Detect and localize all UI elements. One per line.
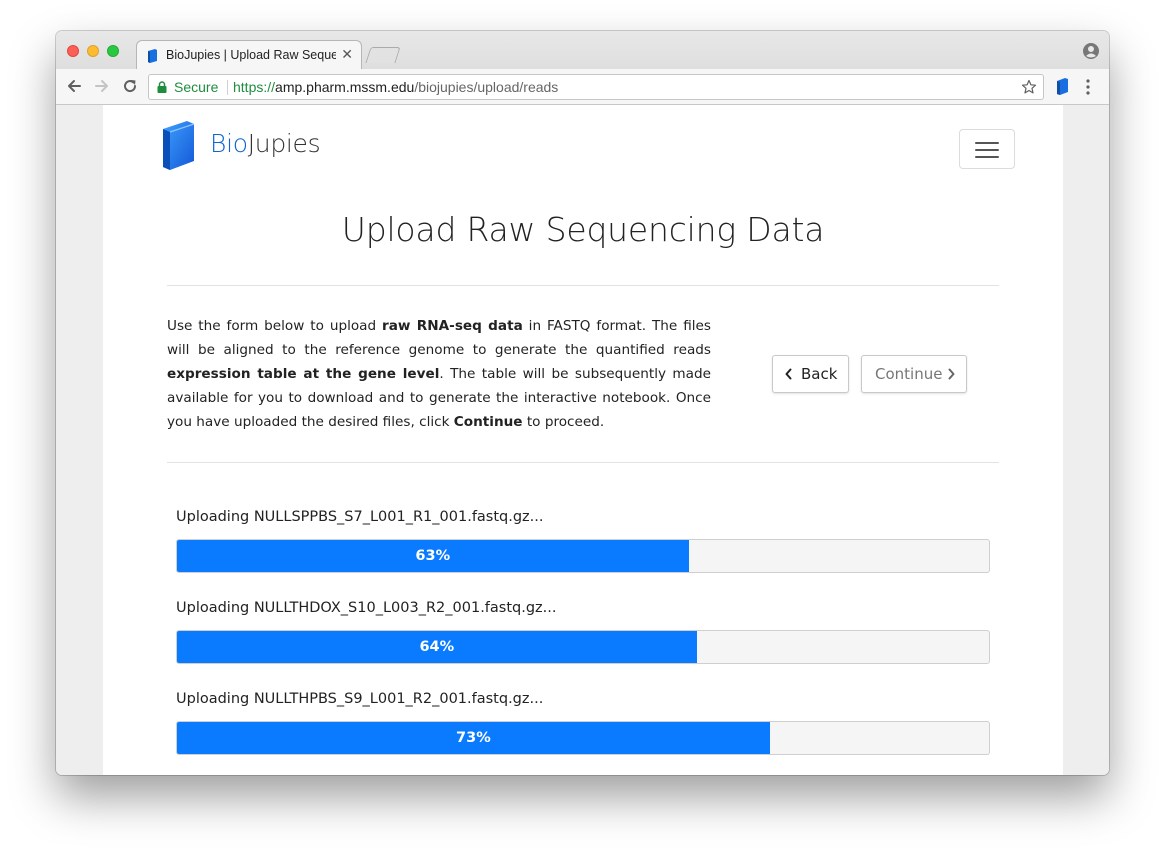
browser-toolbar: Secure https://amp.pharm.mssm.edu/biojup… (56, 69, 1109, 105)
upload-progress-bar: 64% (176, 630, 990, 664)
minimize-window-button[interactable] (87, 45, 99, 57)
tab-close-icon[interactable]: ✕ (341, 46, 353, 63)
upload-progress-bar: 63% (176, 539, 990, 573)
hamburger-line-icon (975, 149, 999, 151)
intro-text-4: to proceed. (522, 414, 605, 430)
tab-title: BioJupies | Upload Raw Seque (166, 48, 336, 62)
bookmark-star-icon[interactable] (1021, 79, 1037, 95)
brand-name[interactable]: BioJupies (210, 129, 321, 158)
url-host: amp.pharm.mssm.edu (275, 79, 415, 95)
url-scheme: https:// (233, 79, 276, 95)
biojupies-logo-icon[interactable] (159, 121, 195, 170)
forward-arrow-icon[interactable] (93, 77, 111, 95)
biojupies-favicon-icon (148, 49, 157, 63)
upload-file-label: Uploading NULLSPPBS_S7_L001_R1_001.fastq… (176, 509, 544, 525)
back-button-label: Back (801, 365, 838, 383)
intro-bold-2: expression table at the gene level (167, 366, 440, 382)
brand-bio: Bio (210, 129, 248, 158)
back-button[interactable]: Back (772, 355, 849, 393)
intro-bold-1: raw RNA-seq data (382, 318, 523, 334)
lock-icon (157, 81, 167, 93)
url-path: /biojupies/upload/reads (414, 79, 559, 95)
biojupies-extension-icon[interactable] (1056, 78, 1069, 95)
address-bar[interactable]: Secure https://amp.pharm.mssm.edu/biojup… (148, 74, 1044, 100)
upload-progress-fill: 73% (177, 722, 770, 754)
brand-rest: Jupies (247, 129, 321, 158)
nav-menu-button[interactable] (959, 129, 1015, 169)
page-title: Upload Raw Sequencing Data (341, 210, 825, 249)
intro-paragraph: Use the form below to upload raw RNA-seq… (167, 314, 711, 434)
continue-button-label: Continue (875, 365, 943, 383)
page-content: BioJupies Upload Raw Sequencing Data Use… (103, 105, 1063, 775)
close-window-button[interactable] (67, 45, 79, 57)
chevron-left-icon (785, 368, 792, 380)
reload-icon[interactable] (121, 77, 139, 95)
chevron-right-icon (948, 368, 955, 380)
intro-text-1: Use the form below to upload (167, 318, 383, 334)
continue-button[interactable]: Continue (861, 355, 967, 393)
hamburger-line-icon (975, 156, 999, 158)
zoom-window-button[interactable] (107, 45, 119, 57)
back-arrow-icon[interactable] (65, 77, 83, 95)
address-separator (227, 80, 228, 95)
browser-tab[interactable]: BioJupies | Upload Raw Seque ✕ (136, 40, 362, 70)
hamburger-line-icon (975, 142, 999, 144)
upload-file-label: Uploading NULLTHDOX_S10_L003_R2_001.fast… (176, 600, 557, 616)
upload-progress-fill: 63% (177, 540, 689, 572)
secure-label: Secure (174, 79, 219, 95)
browser-menu-icon[interactable] (1086, 79, 1090, 95)
url-text[interactable]: https://amp.pharm.mssm.edu/biojupies/upl… (233, 79, 558, 95)
divider (167, 285, 999, 286)
page-viewport: BioJupies Upload Raw Sequencing Data Use… (56, 105, 1109, 775)
profile-icon[interactable] (1083, 43, 1099, 59)
browser-window: BioJupies | Upload Raw Seque ✕ Secure ht… (56, 31, 1109, 775)
divider (167, 462, 999, 463)
upload-progress-fill: 64% (177, 631, 697, 663)
new-tab-button[interactable] (365, 47, 401, 63)
title-bar: BioJupies | Upload Raw Seque ✕ (56, 31, 1109, 70)
upload-file-label: Uploading NULLTHPBS_S9_L001_R2_001.fastq… (176, 691, 544, 707)
intro-bold-3: Continue (453, 414, 523, 430)
upload-progress-bar: 73% (176, 721, 990, 755)
